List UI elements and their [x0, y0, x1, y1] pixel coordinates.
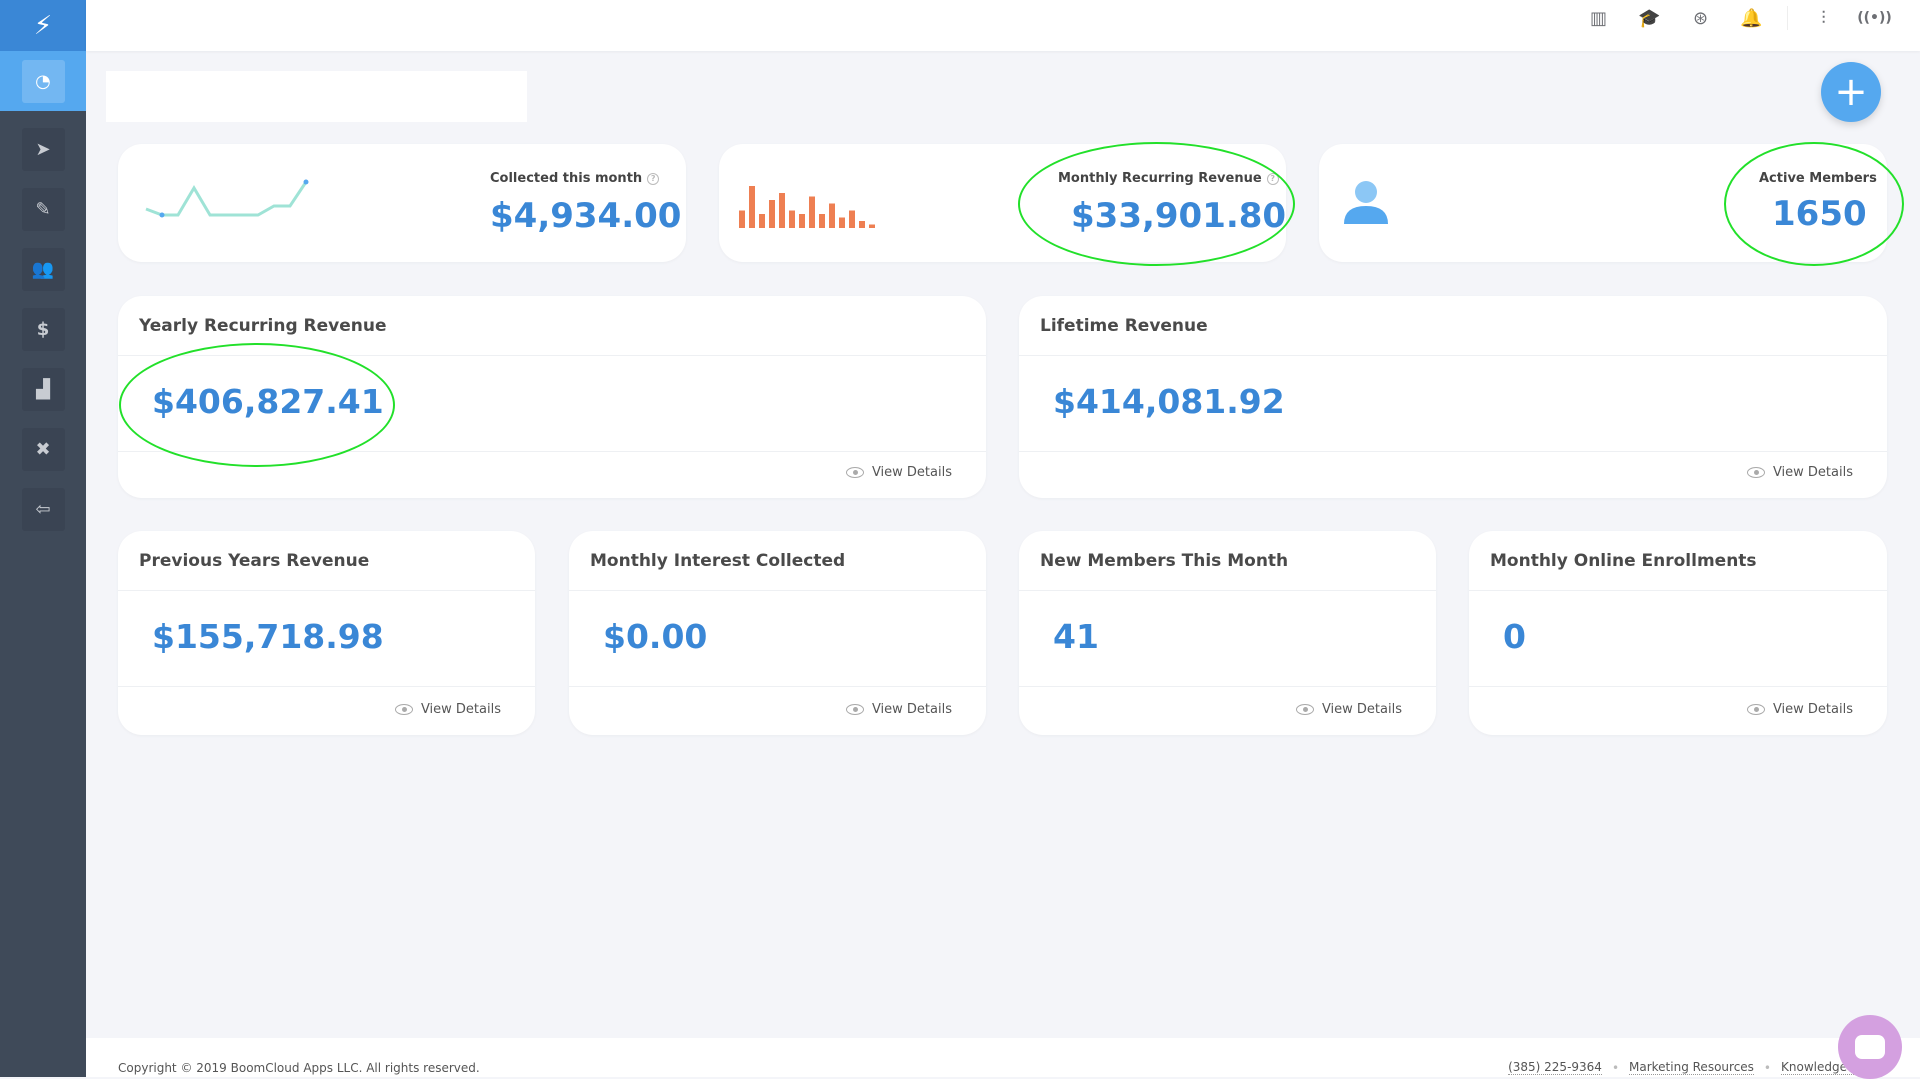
highlight-ellipse: [1724, 142, 1904, 266]
view-details-link[interactable]: View Details: [394, 702, 501, 717]
view-details-label: View Details: [1772, 465, 1853, 480]
lifebuoy-icon[interactable]: ⊛: [1675, 6, 1726, 30]
dollar-icon[interactable]: $: [21, 308, 65, 351]
card-value: $414,081.92: [1019, 356, 1887, 452]
bar: [839, 217, 845, 228]
add-button[interactable]: +: [1821, 62, 1881, 122]
sidebar: ⚡ ◔ ➤ ✎ 👥 $ ▟ ✖ ⇦: [0, 0, 86, 1077]
divider: [1787, 6, 1788, 30]
bar: [799, 214, 805, 228]
bar: [859, 221, 865, 228]
eye-icon: [1295, 704, 1314, 715]
view-details-link[interactable]: View Details: [1295, 702, 1402, 717]
bar: [789, 210, 795, 228]
card-value: $0.00: [569, 591, 986, 687]
check-sign-icon[interactable]: ✎: [21, 188, 65, 231]
bar: [759, 214, 765, 228]
view-details-label: View Details: [871, 702, 952, 717]
logout-icon[interactable]: ⇦: [21, 488, 65, 531]
card-title: Monthly Interest Collected: [569, 531, 986, 591]
card-title: New Members This Month: [1019, 531, 1436, 591]
marketing-resources-link[interactable]: Marketing Resources: [1629, 1060, 1754, 1075]
metric-card: New Members This Month 41 View Details: [1019, 531, 1436, 735]
card-value: 41: [1019, 591, 1436, 687]
view-details-label: View Details: [871, 465, 952, 480]
tools-icon[interactable]: ✖: [21, 428, 65, 471]
metric-card: Previous Years Revenue $155,718.98 View …: [118, 531, 535, 735]
member-icon: [1344, 181, 1388, 224]
eye-icon: [845, 467, 864, 478]
bar: [749, 186, 755, 228]
eye-icon: [1746, 704, 1765, 715]
metric-card: Monthly Interest Collected $0.00 View De…: [569, 531, 986, 735]
metric-card: Monthly Online Enrollments 0 View Detail…: [1469, 531, 1887, 735]
card-value: $155,718.98: [118, 591, 535, 687]
eye-icon: [845, 704, 864, 715]
footer: Copyright © 2019 BoomCloud Apps LLC. All…: [86, 1038, 1920, 1077]
view-details-label: View Details: [1321, 702, 1402, 717]
navigation-icon[interactable]: ➤: [21, 128, 65, 171]
copyright: Copyright © 2019 BoomCloud Apps LLC. All…: [118, 1061, 480, 1075]
graduation-cap-icon[interactable]: 🎓: [1624, 6, 1675, 30]
view-details-label: View Details: [1772, 702, 1853, 717]
broadcast-icon[interactable]: ((•)): [1849, 6, 1900, 30]
help-icon[interactable]: ?: [647, 172, 660, 185]
bar: [849, 210, 855, 228]
bar: [809, 196, 815, 228]
kpi-label: Collected this month: [490, 171, 643, 186]
view-details-link[interactable]: View Details: [845, 465, 952, 480]
bar: [829, 203, 835, 228]
view-details-label: View Details: [420, 702, 501, 717]
card-title: Monthly Online Enrollments: [1469, 531, 1887, 591]
bar-chart: [739, 186, 875, 228]
eye-icon: [1746, 467, 1765, 478]
bell-icon[interactable]: 🔔: [1726, 6, 1777, 30]
view-details-link[interactable]: View Details: [845, 702, 952, 717]
library-icon[interactable]: ▥: [1573, 6, 1624, 30]
view-details-link[interactable]: View Details: [1746, 702, 1853, 717]
bar: [739, 210, 745, 228]
members-icon[interactable]: 👥: [21, 248, 65, 291]
top-bar: ▥ 🎓 ⊛ 🔔 ⫶ ((•)): [86, 0, 1920, 51]
phone-link[interactable]: (385) 225-9364: [1508, 1060, 1602, 1075]
sliders-icon[interactable]: ⫶: [1798, 6, 1849, 30]
view-details-link[interactable]: View Details: [1746, 465, 1853, 480]
bar: [819, 214, 825, 228]
sparkline: [145, 181, 308, 217]
chart-icon[interactable]: ▟: [21, 368, 65, 411]
highlight-ellipse: [119, 343, 395, 467]
dashboard-icon[interactable]: ◔: [21, 59, 65, 103]
card-title: Lifetime Revenue: [1019, 296, 1887, 356]
sparkline-point: [303, 179, 309, 185]
eye-icon: [394, 704, 413, 715]
kpi-collected-card: Collected this month? $4,934.00: [118, 144, 686, 262]
chat-button[interactable]: [1838, 1015, 1902, 1079]
card-title: Previous Years Revenue: [118, 531, 535, 591]
bar: [769, 200, 775, 228]
bar: [869, 224, 875, 228]
highlight-ellipse: [1018, 142, 1295, 266]
bolt-icon[interactable]: ⚡: [0, 0, 86, 51]
metric-card: Lifetime Revenue $414,081.92 View Detail…: [1019, 296, 1887, 498]
sparkline-point: [159, 212, 165, 218]
bar: [779, 193, 785, 228]
card-value: 0: [1469, 591, 1887, 687]
search-input[interactable]: [106, 71, 527, 122]
chat-icon: [1855, 1035, 1885, 1059]
kpi-value: $4,934.00: [490, 196, 682, 236]
sparkline-chart: [145, 179, 309, 218]
